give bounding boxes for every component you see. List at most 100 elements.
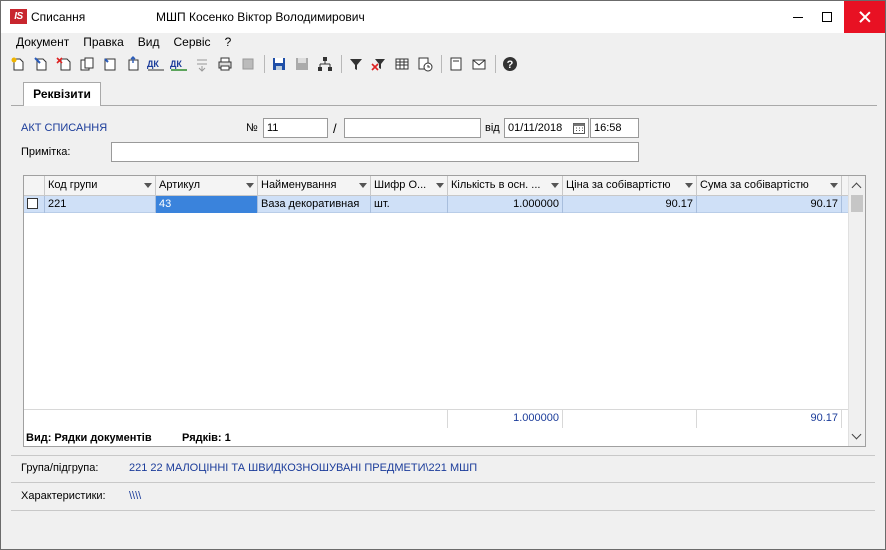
maximize-icon	[821, 12, 832, 22]
sort-arrow-icon[interactable]	[551, 183, 559, 188]
menu-edit[interactable]: Правка	[76, 33, 131, 51]
sort-arrow-icon[interactable]	[830, 183, 838, 188]
minimize-button[interactable]	[783, 1, 812, 33]
note-field[interactable]	[111, 142, 639, 162]
menu-help[interactable]: ?	[218, 33, 239, 51]
column-article[interactable]: Артикул	[156, 176, 258, 196]
help-icon[interactable]: ?	[501, 55, 519, 73]
delete-doc-icon[interactable]	[55, 55, 73, 73]
column-unit[interactable]: Шифр О...	[371, 176, 448, 196]
cell-unit[interactable]: шт.	[371, 196, 448, 213]
total-sum: 90.17	[697, 410, 842, 428]
window-user: МШП Косенко Віктор Володимирович	[156, 10, 365, 24]
cell-price[interactable]: 90.17	[563, 196, 697, 213]
sort-arrow-icon[interactable]	[359, 183, 367, 188]
calendar-icon[interactable]	[573, 122, 585, 134]
group-value[interactable]: 221 22 МАЛОЦІННІ ТА ШВИДКОЗНОШУВАНІ ПРЕД…	[129, 462, 477, 474]
row-checkbox[interactable]	[27, 198, 38, 209]
tool-icon[interactable]	[239, 55, 257, 73]
totals-spacer	[24, 410, 448, 428]
mail-icon[interactable]	[470, 55, 488, 73]
split-icon[interactable]	[193, 55, 211, 73]
column-label: Код групи	[48, 179, 98, 191]
column-label: Шифр О...	[374, 179, 427, 191]
table-row[interactable]: 221 43 Ваза декоративная шт. 1.000000 90…	[24, 196, 849, 213]
grid-view-status: Вид: Рядки документів	[26, 432, 152, 444]
total-quantity: 1.000000	[448, 410, 563, 428]
sort-arrow-icon[interactable]	[246, 183, 254, 188]
table-icon[interactable]	[393, 55, 411, 73]
document-title: АКТ СПИСАННЯ	[21, 122, 108, 134]
tab-requisites[interactable]: Реквізити	[23, 82, 101, 106]
export-doc-icon[interactable]	[124, 55, 142, 73]
column-group-code[interactable]: Код групи	[45, 176, 156, 196]
edit-doc-icon[interactable]	[32, 55, 50, 73]
number-field[interactable]: 11	[263, 118, 328, 138]
column-label: Сума за собівартістю	[700, 179, 809, 191]
cell-article[interactable]: 43	[156, 196, 258, 213]
form-icon[interactable]	[447, 55, 465, 73]
document-rows-grid[interactable]: Код групи Артикул Найменування Шифр О...…	[23, 175, 866, 447]
divider	[11, 482, 875, 483]
minimize-icon	[792, 16, 803, 18]
scroll-down-icon[interactable]	[851, 429, 862, 440]
menu-document[interactable]: Документ	[1, 33, 76, 51]
print-icon[interactable]	[216, 55, 234, 73]
dk-icon[interactable]: ДК	[170, 55, 188, 73]
filter-icon[interactable]	[347, 55, 365, 73]
sort-arrow-icon[interactable]	[436, 183, 444, 188]
new-doc-icon[interactable]	[9, 55, 27, 73]
cell-group-code[interactable]: 221	[45, 196, 156, 213]
maximize-button[interactable]	[812, 1, 841, 33]
column-quantity[interactable]: Кількість в осн. ...	[448, 176, 563, 196]
column-sum[interactable]: Сума за собівартістю	[697, 176, 842, 196]
svg-text:ДК: ДК	[170, 59, 182, 69]
column-label: Найменування	[261, 179, 337, 191]
date-value: 01/11/2018	[508, 122, 563, 134]
number-separator: /	[333, 121, 337, 136]
characteristics-value[interactable]: \\\\	[129, 490, 141, 502]
menu-service[interactable]: Сервіс	[167, 33, 218, 51]
save-icon[interactable]	[270, 55, 288, 73]
group-label: Група/підгрупа:	[21, 462, 99, 474]
svg-text:?: ?	[507, 59, 514, 71]
scroll-up-icon[interactable]	[851, 182, 862, 193]
sort-arrow-icon[interactable]	[685, 183, 693, 188]
date-field[interactable]: 01/11/2018	[504, 118, 589, 138]
history-icon[interactable]	[416, 55, 434, 73]
copy-doc-icon[interactable]	[78, 55, 96, 73]
column-name[interactable]: Найменування	[258, 176, 371, 196]
sort-arrow-icon[interactable]	[144, 183, 152, 188]
menu-bar: Документ Правка Вид Сервіс ?	[1, 33, 885, 51]
column-label: Кількість в осн. ...	[451, 179, 541, 191]
date-label: від	[485, 122, 500, 134]
toolbar-separator	[441, 55, 442, 73]
grid-header: Код групи Артикул Найменування Шифр О...…	[24, 176, 849, 196]
column-label: Артикул	[159, 179, 201, 191]
close-button[interactable]	[844, 1, 885, 33]
column-price[interactable]: Ціна за собівартістю	[563, 176, 697, 196]
cell-quantity[interactable]: 1.000000	[448, 196, 563, 213]
divider	[11, 455, 875, 456]
divider	[11, 510, 875, 511]
toolbar: ДК ДК ?	[9, 53, 524, 75]
clear-filter-icon[interactable]	[370, 55, 388, 73]
number-suffix-field[interactable]	[344, 118, 481, 138]
toolbar-separator	[495, 55, 496, 73]
save-disabled-icon[interactable]	[293, 55, 311, 73]
paste-doc-icon[interactable]	[101, 55, 119, 73]
grid-row-count: Рядків: 1	[182, 432, 231, 444]
tree-icon[interactable]	[316, 55, 334, 73]
grid-header-check	[24, 176, 45, 196]
dk-icon[interactable]: ДК	[147, 55, 165, 73]
row-checkbox-cell	[24, 196, 45, 213]
scroll-thumb[interactable]	[851, 195, 863, 212]
toolbar-separator	[264, 55, 265, 73]
vertical-scrollbar[interactable]	[848, 176, 865, 446]
cell-sum[interactable]: 90.17	[697, 196, 842, 213]
cell-name[interactable]: Ваза декоративная	[258, 196, 371, 213]
window-title: Списання	[31, 10, 86, 24]
menu-view[interactable]: Вид	[131, 33, 167, 51]
total-price-empty	[563, 410, 697, 428]
time-field[interactable]: 16:58	[590, 118, 639, 138]
